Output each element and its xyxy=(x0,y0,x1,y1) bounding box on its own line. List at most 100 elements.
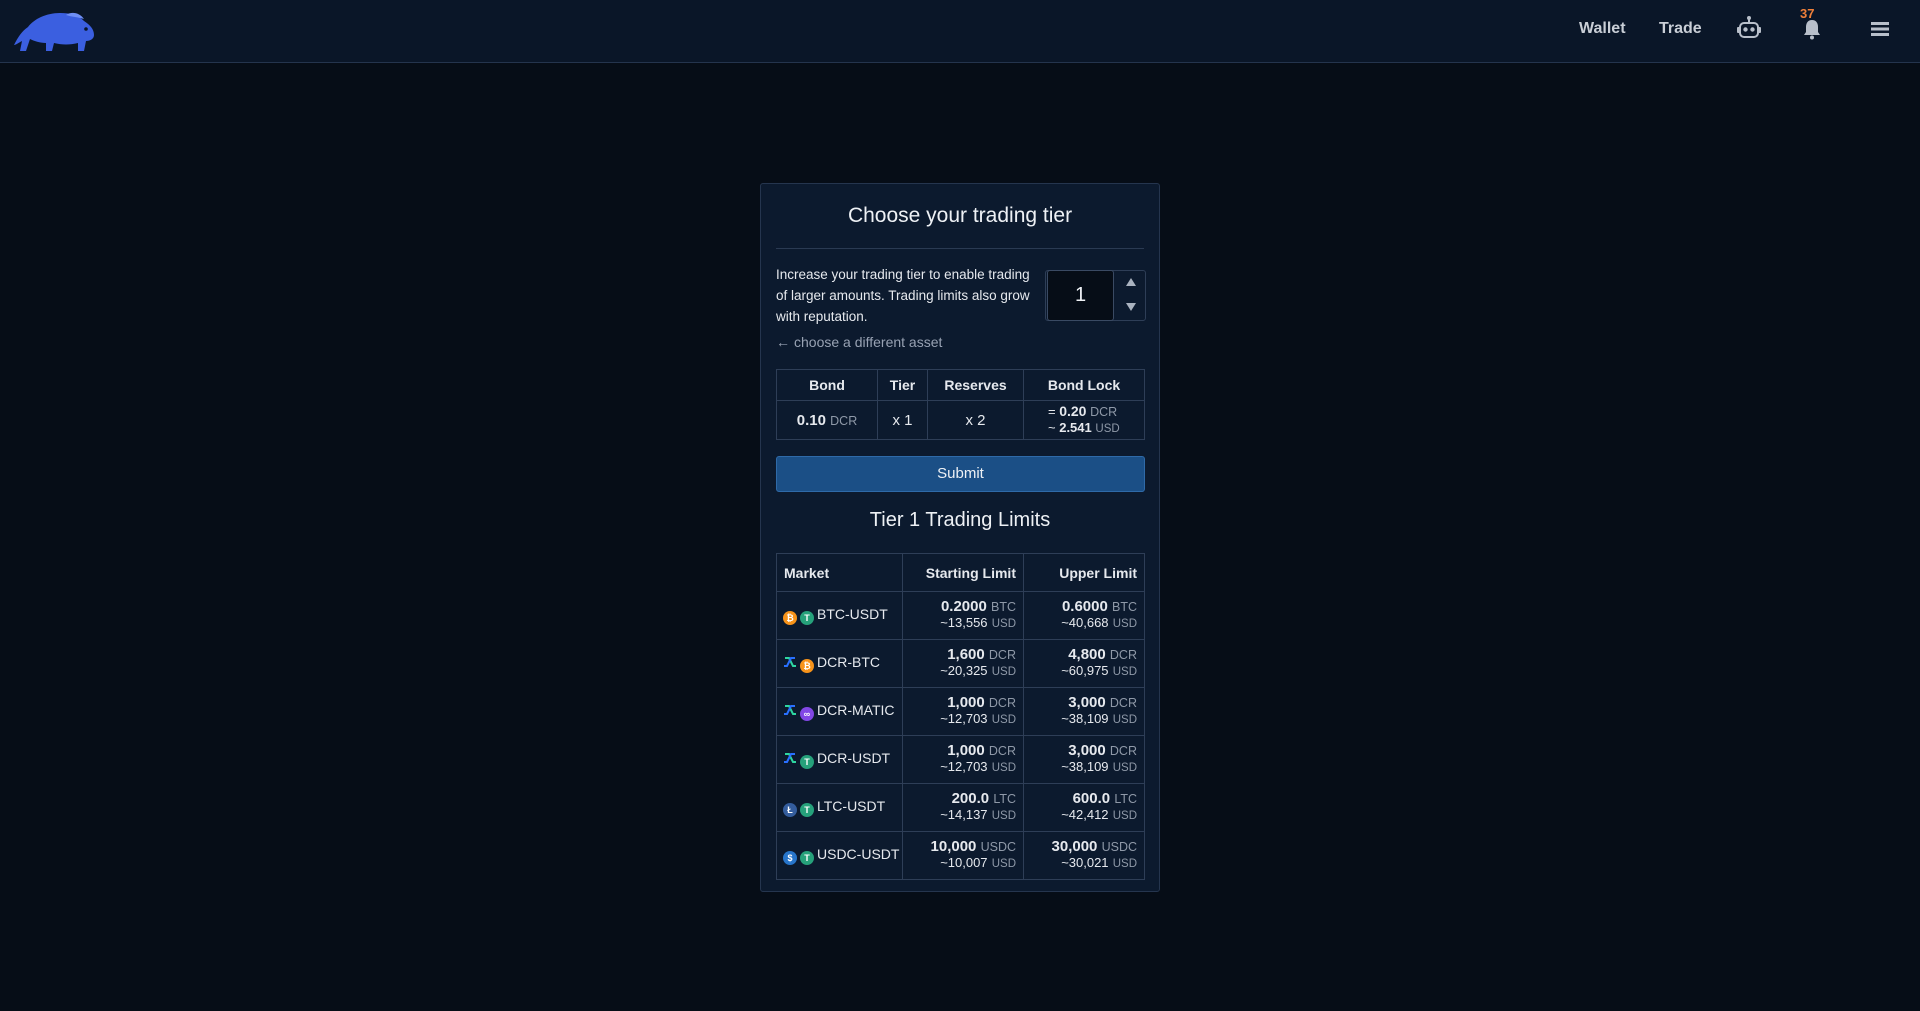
upper-limit-cell: 3,000 DCR ~38,109 USD xyxy=(1023,687,1145,736)
title-divider xyxy=(776,248,1144,249)
top-navbar: Wallet Trade 37 xyxy=(0,0,1920,63)
limits-title: Tier 1 Trading Limits xyxy=(869,509,1051,531)
hamburger-menu-icon[interactable] xyxy=(1871,21,1889,37)
bond-amount: 0.10 xyxy=(796,411,826,429)
bond-lock-dcr: 0.20 xyxy=(1059,402,1087,419)
bell-icon[interactable] xyxy=(1801,18,1823,40)
market-cell: ₿ T BTC-USDT xyxy=(776,591,903,640)
choose-different-asset-link[interactable]: ← choose a different asset xyxy=(776,334,942,350)
limit-usd: ~38,109 xyxy=(1061,759,1109,774)
usdt-coin-icon: T xyxy=(800,851,814,865)
starting-limit-cell: 200.0 LTC ~14,137 USD xyxy=(902,783,1024,832)
limit-amount: 600.0 xyxy=(1072,790,1111,807)
bond-lock-usd: 2.541 xyxy=(1059,419,1092,435)
limit-amount: 1,000 xyxy=(947,742,985,759)
limit-amount: 200.0 xyxy=(951,790,990,807)
limit-unit: DCR xyxy=(988,696,1016,710)
usd-unit: USD xyxy=(991,810,1016,822)
limit-unit: LTC xyxy=(1114,792,1137,806)
usd-unit: USD xyxy=(991,618,1016,630)
limit-amount-line: 10,000 USDC xyxy=(903,839,1016,855)
limit-unit: DCR xyxy=(1109,648,1137,662)
usd-unit: USD xyxy=(991,714,1016,726)
market-row: Ł T LTC-USDT 200.0 LTC ~14,137 USD 600.0 LTC ~… xyxy=(776,783,1145,832)
limit-unit: USDC xyxy=(1101,840,1137,854)
nav-trade-link[interactable]: Trade xyxy=(1659,20,1702,38)
limit-usd-line: ~42,412 USD xyxy=(1024,807,1137,824)
usd-unit: USD xyxy=(1112,618,1137,630)
tier-input[interactable] xyxy=(1047,270,1114,321)
limit-amount-line: 3,000 DCR xyxy=(1024,743,1137,759)
btc-coin-icon: ₿ xyxy=(800,659,814,673)
limit-amount: 1,600 xyxy=(947,646,985,663)
dcr-coin-icon xyxy=(783,751,797,765)
market-row: ∞ DCR-MATIC 1,000 DCR ~12,703 USD 3,000 DCR ~… xyxy=(776,687,1145,736)
limit-amount: 3,000 xyxy=(1068,694,1106,711)
limit-unit: BTC xyxy=(991,600,1016,614)
limit-amount: 0.2000 xyxy=(940,598,987,615)
limit-usd-line: ~14,137 USD xyxy=(903,807,1016,824)
arrow-left-icon: ← xyxy=(776,334,790,350)
trading-tier-card: Choose your trading tier Increase your t… xyxy=(760,183,1160,892)
submit-button[interactable]: Submit xyxy=(776,456,1145,492)
limit-unit: DCR xyxy=(988,648,1016,662)
limit-usd: ~40,668 xyxy=(1061,615,1109,630)
limit-usd: ~14,137 xyxy=(940,807,988,822)
market-row: $ T USDC-USDT 10,000 USDC ~10,007 USD 30,000 … xyxy=(776,831,1145,880)
limit-usd-line: ~12,703 USD xyxy=(903,711,1016,728)
market-name: BTC-USDT xyxy=(817,606,888,622)
dcr-coin-icon xyxy=(783,703,797,717)
starting-limit-cell: 0.2000 BTC ~13,556 USD xyxy=(902,591,1024,640)
market-row: ₿ T BTC-USDT 0.2000 BTC ~13,556 USD 0.6000 BT… xyxy=(776,591,1145,640)
limit-unit: USDC xyxy=(980,840,1016,854)
starting-limit-cell: 1,000 DCR ~12,703 USD xyxy=(902,735,1024,784)
bond-lock-dcr-unit: DCR xyxy=(1090,404,1118,419)
market-cell: ₿ DCR-BTC xyxy=(776,639,903,688)
tier-decrement-button[interactable] xyxy=(1117,296,1145,320)
usd-unit: USD xyxy=(1112,762,1137,774)
tier-intro-text: Increase your trading tier to enable tra… xyxy=(776,267,1030,324)
nav-wallet-link[interactable]: Wallet xyxy=(1579,20,1626,38)
bond-amount-cell: 0.10 DCR xyxy=(776,400,878,440)
limit-usd: ~10,007 xyxy=(940,855,988,870)
limit-amount: 1,000 xyxy=(947,694,985,711)
triangle-down-icon xyxy=(1126,303,1136,311)
limit-usd-line: ~38,109 USD xyxy=(1024,759,1137,776)
limit-usd: ~38,109 xyxy=(1061,711,1109,726)
limit-amount-line: 1,000 DCR xyxy=(903,743,1016,759)
upper-limit-cell: 30,000 USDC ~30,021 USD xyxy=(1023,831,1145,880)
limit-usd: ~30,021 xyxy=(1061,855,1109,870)
limit-usd: ~60,975 xyxy=(1061,663,1109,678)
upper-limit-cell: 3,000 DCR ~38,109 USD xyxy=(1023,735,1145,784)
limit-usd-line: ~60,975 USD xyxy=(1024,663,1137,680)
tier-increment-button[interactable] xyxy=(1117,271,1145,295)
limit-unit: DCR xyxy=(1109,696,1137,710)
usd-unit: USD xyxy=(1112,858,1137,870)
limit-usd-line: ~30,021 USD xyxy=(1024,855,1137,872)
limit-amount: 3,000 xyxy=(1068,742,1106,759)
bison-logo-icon[interactable] xyxy=(8,7,98,55)
approx-sign: ~ xyxy=(1048,419,1056,435)
starting-limit-cell: 1,000 DCR ~12,703 USD xyxy=(902,687,1024,736)
tier-header: Tier xyxy=(877,369,928,401)
robot-icon[interactable] xyxy=(1736,15,1762,41)
bond-table-row: 0.10 DCR x 1 x 2 = 0.20 DCR ~ 2.541 USD xyxy=(776,400,1145,440)
limit-amount-line: 3,000 DCR xyxy=(1024,695,1137,711)
back-link-label: choose a different asset xyxy=(794,334,943,350)
limit-unit: LTC xyxy=(993,792,1016,806)
limit-amount-line: 1,600 DCR xyxy=(903,647,1016,663)
market-cell: ∞ DCR-MATIC xyxy=(776,687,903,736)
usd-unit: USD xyxy=(1112,666,1137,678)
limit-unit: BTC xyxy=(1112,600,1137,614)
upper-limit-cell: 600.0 LTC ~42,412 USD xyxy=(1023,783,1145,832)
reserves-header: Reserves xyxy=(927,369,1024,401)
bond-table-header-row: Bond Tier Reserves Bond Lock xyxy=(776,369,1145,401)
market-header: Market xyxy=(776,553,903,592)
limit-usd-line: ~38,109 USD xyxy=(1024,711,1137,728)
market-name: DCR-USDT xyxy=(817,750,891,766)
btc-coin-icon: ₿ xyxy=(783,611,797,625)
bond-lock-header: Bond Lock xyxy=(1023,369,1145,401)
limit-amount-line: 600.0 LTC xyxy=(1024,791,1137,807)
usdt-coin-icon: T xyxy=(800,755,814,769)
ltc-coin-icon: Ł xyxy=(783,803,797,817)
